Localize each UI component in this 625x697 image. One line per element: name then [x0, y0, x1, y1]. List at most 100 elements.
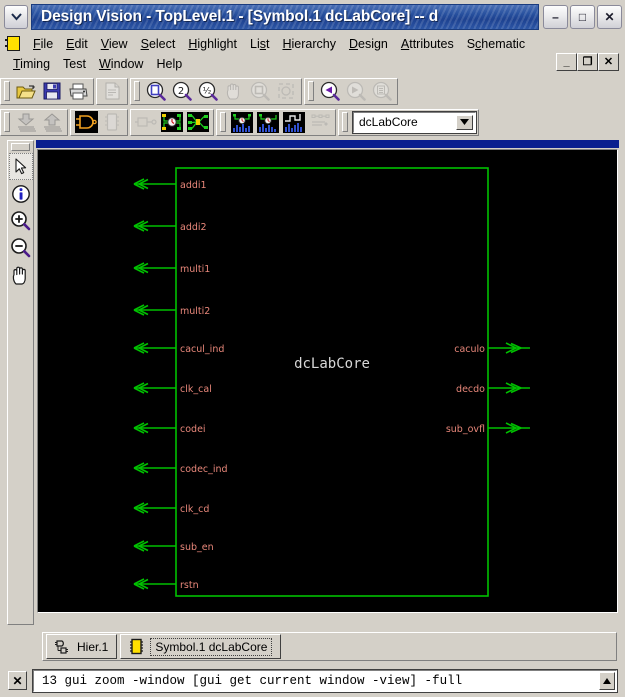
close-button[interactable]: ✕	[597, 4, 622, 29]
menu-view[interactable]: View	[95, 36, 135, 52]
select-arrow-icon[interactable]	[8, 153, 33, 180]
view-tab-bar: Hier.1 Symbol.1 dcLabCore	[0, 631, 625, 664]
endpoint-slack-icon[interactable]	[256, 111, 280, 134]
mdi-window-controls: _ ❐ ✕	[556, 53, 619, 71]
toolbar-grip[interactable]	[4, 112, 10, 132]
toolbar-group-hierarchy	[0, 108, 68, 136]
mdi-minimize-button[interactable]: _	[556, 53, 577, 71]
info-icon[interactable]	[9, 180, 33, 207]
hand-pan-icon[interactable]	[9, 261, 33, 288]
toolbar-grip[interactable]	[308, 81, 314, 101]
port-label-input: sub_en	[180, 542, 214, 553]
list-view-icon[interactable]	[370, 80, 394, 103]
menu-schematic[interactable]: Schematic	[461, 36, 532, 52]
port-label-input: addi2	[180, 222, 207, 233]
port-label-input: codei	[180, 424, 206, 435]
symbol-body	[175, 167, 489, 597]
push-down-icon[interactable]	[14, 111, 38, 134]
design-vision-window: Design Vision - TopLevel.1 - [Symbol.1 d…	[0, 0, 625, 697]
toolbar-grip[interactable]	[220, 112, 226, 132]
menu-design[interactable]: Design	[343, 36, 395, 52]
report-icon[interactable]	[100, 80, 124, 103]
open-icon[interactable]	[14, 80, 38, 103]
zoom-half-icon[interactable]: ½	[196, 80, 220, 103]
chevron-down-icon	[10, 12, 22, 20]
menu-highlight[interactable]: Highlight	[182, 36, 244, 52]
zoom-selection-icon[interactable]	[274, 80, 298, 103]
scroll-up-icon[interactable]	[599, 671, 615, 690]
menu-window[interactable]: Window	[93, 56, 150, 72]
print-icon[interactable]	[66, 80, 90, 103]
symbol-icon[interactable]	[100, 111, 124, 134]
net-list-icon[interactable]	[308, 111, 332, 134]
window-title: Design Vision - TopLevel.1 - [Symbol.1 d…	[41, 7, 439, 25]
zoom-fit-icon[interactable]	[144, 80, 168, 103]
menu-hierarchy[interactable]: Hierarchy	[276, 36, 343, 52]
port-label-input: clk_cal	[180, 384, 212, 395]
menu-select[interactable]: Select	[135, 36, 183, 52]
save-icon[interactable]	[40, 80, 64, 103]
chip-icon	[5, 36, 20, 51]
child-window-titlebar	[36, 140, 619, 148]
port-label-output: sub_ovfl	[446, 424, 485, 435]
toolbar-primary: 2 ½	[0, 76, 625, 106]
path-icon[interactable]	[134, 111, 158, 134]
zoom-window-icon[interactable]	[248, 80, 272, 103]
chevron-down-icon[interactable]	[456, 114, 473, 130]
menu-row-2: Timing Test Window Help _ ❐ ✕	[6, 53, 625, 74]
maximize-button[interactable]: □	[570, 4, 595, 29]
toolbar-group-report	[96, 77, 128, 105]
histogram-path-icon[interactable]	[230, 111, 254, 134]
zoom-out-icon[interactable]	[9, 234, 33, 261]
toolbar-grip[interactable]	[342, 112, 348, 132]
toolbar-group-view	[70, 108, 128, 136]
back-icon[interactable]	[318, 80, 342, 103]
tab-symbol[interactable]: Symbol.1 dcLabCore	[120, 634, 282, 659]
menu-file[interactable]: File	[27, 36, 60, 52]
tab-hier[interactable]: Hier.1	[46, 634, 118, 659]
path-schematic-icon[interactable]	[186, 111, 210, 134]
menu-attributes[interactable]: Attributes	[395, 36, 461, 52]
mdi-restore-button[interactable]: ❐	[577, 53, 598, 71]
port-label-input: clk_cd	[180, 504, 209, 515]
command-bar: ✕ 13 gui zoom -window [gui get current w…	[0, 664, 625, 697]
menu-row-1: File Edit View Select Highlight List Hie…	[5, 33, 625, 54]
tab-strip: Hier.1 Symbol.1 dcLabCore	[42, 632, 617, 661]
minimize-button[interactable]: –	[543, 4, 568, 29]
command-input[interactable]: 13 gui zoom -window [gui get current win…	[32, 668, 618, 693]
command-bar-close-button[interactable]: ✕	[8, 671, 27, 690]
pan-icon[interactable]	[222, 80, 246, 103]
histogram-icon[interactable]	[282, 111, 306, 134]
toolbar-group-navigate	[304, 77, 398, 105]
toolbar-grip[interactable]	[4, 81, 10, 101]
forward-icon[interactable]	[344, 80, 368, 103]
window-controls: – □ ✕	[543, 4, 622, 29]
zoom-in-icon[interactable]	[9, 207, 33, 234]
menu-test[interactable]: Test	[57, 56, 93, 72]
path-timing-icon[interactable]	[160, 111, 184, 134]
mdi-close-button[interactable]: ✕	[598, 53, 619, 71]
zoom-2x-icon[interactable]: 2	[170, 80, 194, 103]
toolbar-group-analysis	[216, 108, 336, 136]
output-pins	[488, 342, 530, 434]
pop-up-icon[interactable]	[40, 111, 64, 134]
menu-edit[interactable]: Edit	[60, 36, 95, 52]
menu-help[interactable]: Help	[150, 56, 189, 72]
system-menu-button[interactable]	[4, 4, 28, 29]
chip-icon	[129, 638, 144, 655]
schematic-tool-palette	[7, 140, 34, 625]
port-label-output: caculo	[454, 344, 485, 355]
symbol-drawing: addi1 addi2 multi1 multi2 cacul_ind clk_…	[133, 167, 530, 597]
schematic-canvas[interactable]: addi1 addi2 multi1 multi2 cacul_ind clk_…	[37, 149, 618, 613]
menu-timing[interactable]: Timing	[7, 56, 57, 72]
menu-list[interactable]: List	[244, 36, 276, 52]
title-bar: Design Vision - TopLevel.1 - [Symbol.1 d…	[0, 0, 625, 31]
design-selector[interactable]: dcLabCore	[352, 110, 477, 134]
menu-bar: File Edit View Select Highlight List Hie…	[0, 31, 625, 74]
palette-grip[interactable]	[11, 143, 30, 151]
svg-text:½: ½	[203, 87, 212, 97]
block-name-label: dcLabCore	[294, 356, 370, 372]
toolbar-grip[interactable]	[134, 81, 140, 101]
toolbar-group-zoom: 2 ½	[130, 77, 302, 105]
schematic-gate-icon[interactable]	[74, 111, 98, 134]
